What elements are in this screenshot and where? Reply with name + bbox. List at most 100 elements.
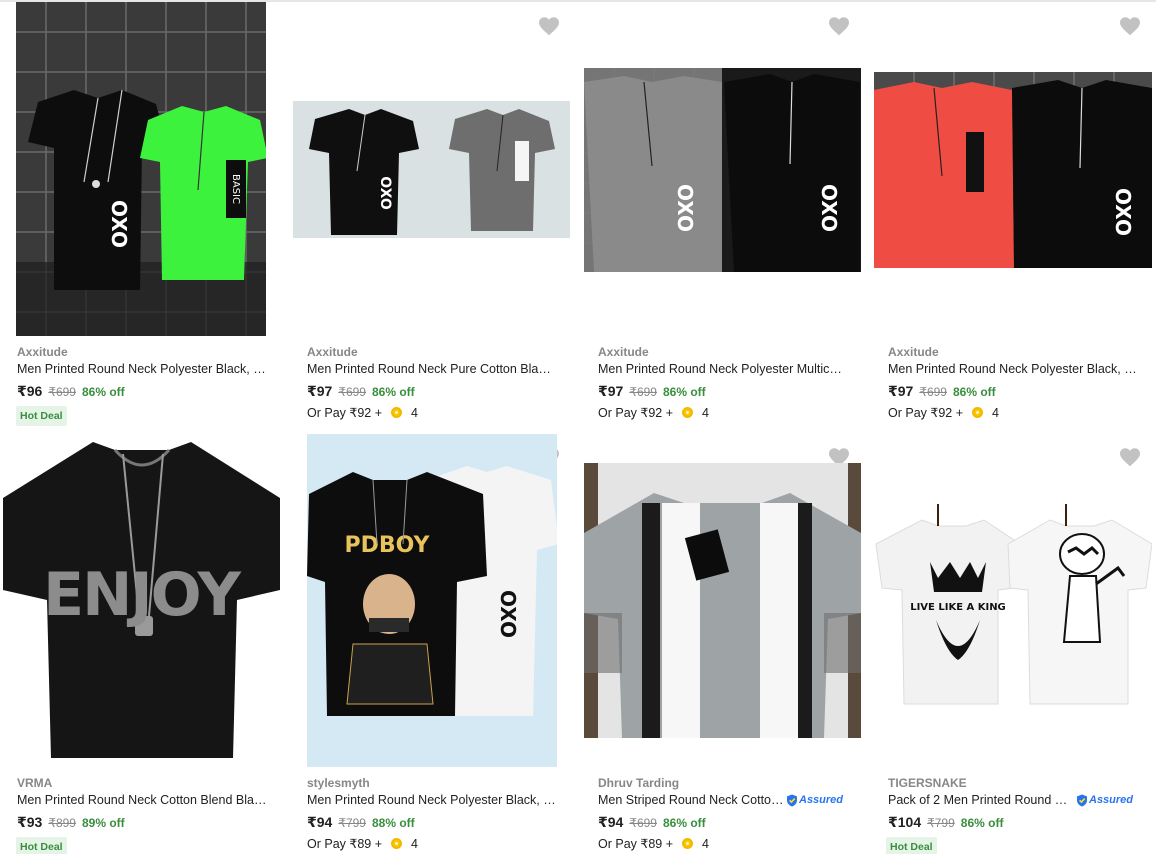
- assured-shield-icon: [787, 794, 797, 806]
- product-title[interactable]: Men Printed Round Neck Polyester Black, …: [17, 362, 267, 376]
- discount: 86% off: [960, 816, 1004, 830]
- assured-badge: Assured: [786, 794, 843, 807]
- wishlist-heart-icon[interactable]: [1118, 15, 1142, 37]
- price-row: ₹97 ₹699 86% off: [307, 383, 415, 400]
- brand-name: stylesmyth: [307, 776, 370, 790]
- assured-label: Assured: [799, 794, 844, 806]
- product-image[interactable]: ENJOY: [3, 440, 280, 760]
- product-title[interactable]: Men Printed Round Neck Pure Cotton Black…: [307, 362, 557, 376]
- discount: 86% off: [371, 385, 415, 399]
- pay-with-coins-text: Or Pay ₹89 +: [598, 837, 673, 851]
- product-photo: OXO OXO: [584, 68, 861, 272]
- title-row: Pack of 2 Men Printed Round Ne... Assure…: [888, 793, 1133, 807]
- discount: 86% off: [952, 385, 996, 399]
- print-enjoy: ENJOY: [43, 560, 242, 630]
- assured-label: Assured: [1089, 794, 1134, 806]
- coin-pay-row: Or Pay ₹92 + 4: [598, 405, 709, 421]
- discount: 86% off: [662, 385, 706, 399]
- wishlist-heart-icon[interactable]: [827, 15, 851, 37]
- product-image[interactable]: OXO: [874, 72, 1152, 268]
- product-photo: BASIC OXO: [16, 2, 266, 336]
- price-row: ₹93 ₹899 89% off: [17, 814, 125, 831]
- assured-shield-icon: [1077, 794, 1087, 806]
- product-title[interactable]: Men Printed Round Neck Cotton Blend Blac…: [17, 793, 267, 807]
- product-image[interactable]: OXO: [293, 101, 570, 238]
- print-basic: BASIC: [230, 174, 241, 204]
- wishlist-heart-icon[interactable]: [1118, 446, 1142, 468]
- original-price: ₹899: [48, 816, 76, 830]
- price-row: ₹104 ₹799 86% off: [888, 814, 1003, 831]
- product-title[interactable]: Men Striped Round Neck Cotton ...: [598, 793, 784, 807]
- product-title[interactable]: Men Printed Round Neck Polyester Multico…: [598, 362, 848, 376]
- price: ₹97: [888, 383, 914, 399]
- hot-deal-badge: Hot Deal: [16, 406, 67, 426]
- print-oxo: OXO: [817, 184, 841, 232]
- product-photo: OXO: [293, 101, 570, 238]
- brand-name: Dhruv Tarding: [598, 776, 680, 790]
- price: ₹94: [307, 814, 333, 830]
- original-price: ₹699: [629, 816, 657, 830]
- coin-pay-row: Or Pay ₹92 + 4: [307, 405, 418, 421]
- coin-count: 4: [411, 405, 418, 420]
- print-oxo: OXO: [1111, 188, 1135, 236]
- brand-name: Axxitude: [17, 345, 68, 359]
- title-row: Men Striped Round Neck Cotton ... Assure…: [598, 793, 843, 807]
- product-title[interactable]: Men Printed Round Neck Polyester Black, …: [888, 362, 1138, 376]
- brand-name: Axxitude: [307, 345, 358, 359]
- coin-count: 4: [992, 405, 999, 420]
- supercoin-icon: [682, 407, 693, 418]
- pay-with-coins-text: Or Pay ₹92 +: [598, 406, 673, 420]
- price-row: ₹94 ₹799 88% off: [307, 814, 415, 831]
- product-grid: BASIC OXO Axxitude Men Printed Round Nec…: [0, 2, 1156, 854]
- product-image[interactable]: OXO OXO: [584, 68, 861, 272]
- original-price: ₹799: [927, 816, 955, 830]
- print-oxo: OXO: [496, 590, 520, 638]
- price: ₹96: [17, 383, 43, 399]
- price: ₹94: [598, 814, 624, 830]
- supercoin-icon: [682, 838, 693, 849]
- discount: 86% off: [662, 816, 706, 830]
- discount: 86% off: [81, 385, 125, 399]
- print-oxo: OXO: [107, 200, 131, 248]
- coin-pay-row: Or Pay ₹89 + 4: [307, 836, 418, 852]
- print-oxo: OXO: [377, 176, 393, 210]
- product-photo: LIVE LIKE A KING: [874, 492, 1152, 707]
- price: ₹104: [888, 814, 922, 830]
- price: ₹97: [598, 383, 624, 399]
- print-oxo: OXO: [673, 184, 697, 232]
- hot-deal-badge: Hot Deal: [886, 837, 937, 854]
- product-image[interactable]: [584, 463, 861, 738]
- product-image[interactable]: BASIC OXO: [16, 2, 266, 336]
- product-image[interactable]: OXO PDBOY: [307, 434, 557, 767]
- original-price: ₹699: [919, 385, 947, 399]
- price: ₹97: [307, 383, 333, 399]
- product-photo: OXO PDBOY: [307, 434, 557, 767]
- product-title[interactable]: Men Printed Round Neck Polyester Black, …: [307, 793, 557, 807]
- product-photo: ENJOY: [3, 440, 280, 760]
- original-price: ₹699: [338, 385, 366, 399]
- price-row: ₹94 ₹699 86% off: [598, 814, 706, 831]
- product-image[interactable]: LIVE LIKE A KING: [874, 492, 1152, 707]
- product-photo: [584, 463, 861, 738]
- price: ₹93: [17, 814, 43, 830]
- coin-pay-row: Or Pay ₹92 + 4: [888, 405, 999, 421]
- coin-pay-row: Or Pay ₹89 + 4: [598, 836, 709, 852]
- wishlist-heart-icon[interactable]: [537, 15, 561, 37]
- product-photo: OXO: [874, 72, 1152, 268]
- print-live-like-a-king: LIVE LIKE A KING: [910, 602, 1006, 613]
- supercoin-icon: [391, 838, 402, 849]
- pay-with-coins-text: Or Pay ₹89 +: [307, 837, 382, 851]
- discount: 88% off: [371, 816, 415, 830]
- supercoin-icon: [391, 407, 402, 418]
- assured-badge: Assured: [1076, 794, 1133, 807]
- hot-deal-badge: Hot Deal: [16, 837, 67, 854]
- price-row: ₹97 ₹699 86% off: [888, 383, 996, 400]
- brand-name: Axxitude: [888, 345, 939, 359]
- original-price: ₹799: [338, 816, 366, 830]
- brand-name: VRMA: [17, 776, 53, 790]
- discount: 89% off: [81, 816, 125, 830]
- coin-count: 4: [702, 405, 709, 420]
- product-title[interactable]: Pack of 2 Men Printed Round Ne...: [888, 793, 1074, 807]
- print-pdboy: PDBOY: [344, 533, 430, 558]
- price-row: ₹97 ₹699 86% off: [598, 383, 706, 400]
